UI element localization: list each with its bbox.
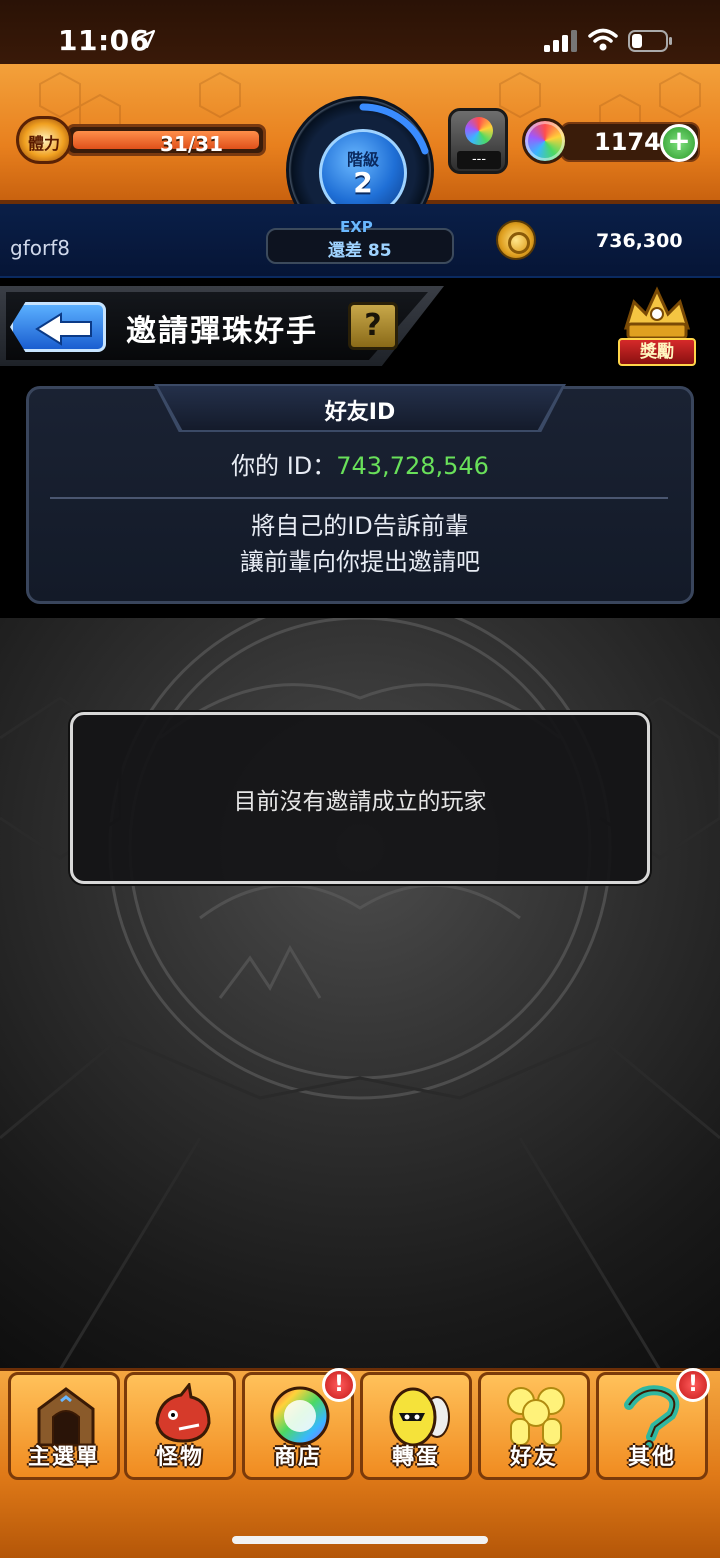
empty-state-message: 目前沒有邀請成立的玩家 [233, 789, 487, 815]
friend-id-description: 將自己的ID告訴前輩 讓前輩向你提出邀請吧 [0, 508, 720, 580]
nav-tab-gacha[interactable]: 轉蛋 [360, 1372, 472, 1480]
nav-label: 怪物 [155, 1445, 204, 1470]
page-title: 邀請彈珠好手 [126, 314, 318, 349]
rank-value: 2 [353, 166, 373, 199]
orb-count: 1174 [594, 128, 661, 156]
orb-icon [522, 118, 568, 164]
nav-label: 主選單 [27, 1445, 100, 1470]
stamina-bar: 31/31 [66, 124, 266, 156]
shop-alert-badge: ! [322, 1368, 356, 1402]
status-bar: 11:06 [0, 0, 720, 70]
gold-amount: 736,300 [596, 230, 683, 252]
username: gforf8 [10, 236, 70, 260]
wifi-icon [588, 28, 618, 51]
rainbow-gem-icon [465, 117, 493, 145]
home-indicator[interactable] [232, 1536, 488, 1544]
cellular-signal-icon [544, 30, 577, 52]
gem-slot-button[interactable]: --- [448, 108, 508, 174]
nav-label: 好友 [509, 1445, 558, 1470]
your-id-value[interactable]: 743,728,546 [336, 452, 489, 480]
location-arrow-icon [136, 29, 156, 49]
your-id-line: 你的 ID：743,728,546 [0, 446, 720, 481]
gold-coin-icon [496, 220, 536, 260]
exp-remaining: 還差 85 [328, 241, 392, 261]
your-id-label: 你的 ID： [231, 452, 337, 480]
nav-label: 轉蛋 [391, 1445, 440, 1470]
stamina-value: 31/31 [160, 132, 223, 156]
stamina-label: 體力 [27, 134, 60, 153]
nav-label: 商店 [273, 1445, 322, 1470]
nav-label: 其他 [627, 1445, 676, 1470]
nav-tab-main-menu[interactable]: 主選單 [8, 1372, 120, 1480]
stamina-meter: 31/31 體力 [16, 116, 266, 164]
friend-id-header: 好友ID [324, 400, 396, 425]
back-arrow-icon [35, 312, 92, 346]
back-button[interactable] [10, 302, 106, 352]
stamina-icon: 體力 [16, 116, 72, 164]
description-line-2: 讓前輩向你提出邀請吧 [240, 548, 480, 576]
reward-button-label[interactable]: 獎勵 [618, 338, 696, 366]
exp-label: EXP [340, 218, 373, 236]
nav-tab-friends[interactable]: 好友 [478, 1372, 590, 1480]
battery-icon [628, 30, 672, 52]
nav-tab-monsters[interactable]: 怪物 [124, 1372, 236, 1480]
help-button[interactable]: ? [348, 302, 398, 350]
add-orbs-button[interactable]: + [660, 124, 698, 162]
gem-slot-value: --- [457, 151, 501, 169]
description-line-1: 將自己的ID告訴前輩 [251, 512, 469, 540]
divider [50, 497, 668, 499]
other-alert-badge: ! [676, 1368, 710, 1402]
